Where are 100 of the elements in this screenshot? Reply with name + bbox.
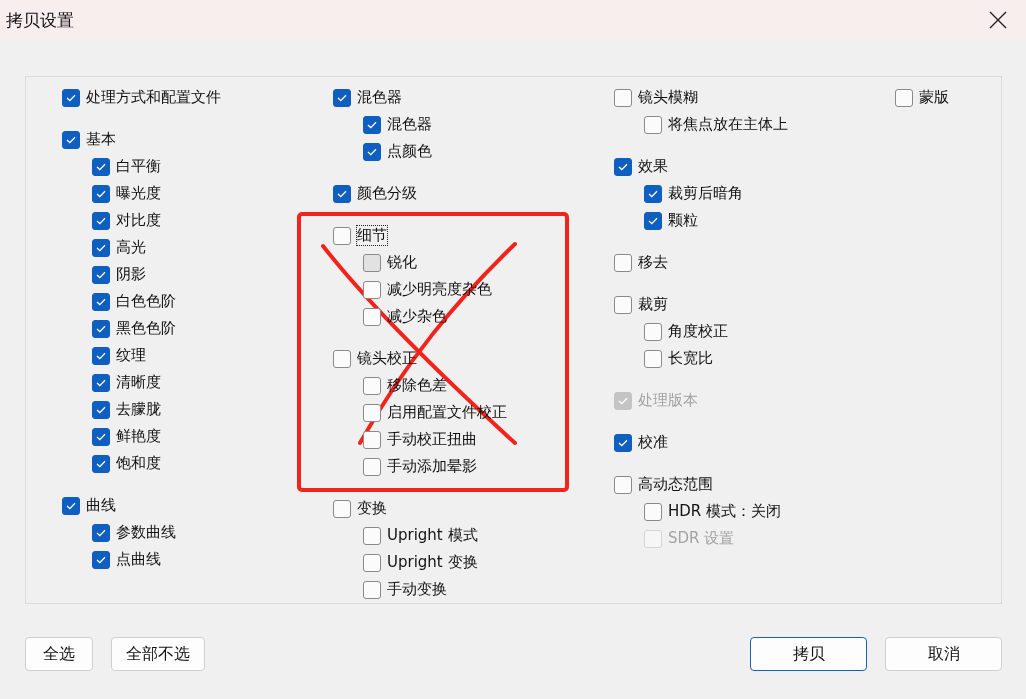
checkbox-label[interactable]: HDR 模式：关闭	[668, 502, 782, 521]
check-icon	[96, 432, 106, 441]
checkbox-label[interactable]: 混色器	[357, 88, 402, 107]
checkbox[interactable]	[363, 457, 381, 476]
checkbox[interactable]	[363, 142, 381, 161]
checkbox-label[interactable]: 蒙版	[919, 88, 949, 107]
checkbox-label[interactable]: 手动校正扭曲	[387, 430, 477, 449]
checkbox-label[interactable]: 清晰度	[116, 373, 161, 392]
cancel-button[interactable]: 取消	[885, 637, 1002, 671]
checkbox-label[interactable]: 变换	[357, 499, 387, 518]
checkbox-label[interactable]: 黑色色阶	[116, 319, 176, 338]
checkbox-label[interactable]: 点颜色	[387, 142, 432, 161]
checkbox[interactable]	[363, 376, 381, 395]
checkbox-label[interactable]: 混色器	[387, 115, 432, 134]
checkbox[interactable]	[92, 292, 110, 311]
checkbox[interactable]	[92, 319, 110, 338]
select-button[interactable]: 全部不选	[111, 637, 205, 671]
checkbox[interactable]	[363, 430, 381, 449]
checkbox-label[interactable]: 纹理	[116, 346, 146, 365]
checkbox-label[interactable]: 镜头模糊	[638, 88, 698, 107]
checkbox-label[interactable]: 阴影	[116, 265, 146, 284]
checkbox[interactable]	[614, 253, 632, 272]
check-icon	[96, 528, 106, 537]
checkbox-label[interactable]: 细节	[357, 226, 387, 245]
checkbox-label[interactable]: 点曲线	[116, 550, 161, 569]
checkbox-label[interactable]: 饱和度	[116, 454, 161, 473]
checkbox-label[interactable]: 鲜艳度	[116, 427, 161, 446]
checkbox[interactable]	[62, 88, 80, 107]
checkbox-label[interactable]: 白平衡	[116, 157, 161, 176]
checkbox[interactable]	[92, 346, 110, 365]
checkbox[interactable]	[333, 349, 351, 368]
checkbox[interactable]	[92, 550, 110, 569]
checkbox-label[interactable]: 角度校正	[668, 322, 728, 341]
checkbox[interactable]	[92, 400, 110, 419]
checkbox[interactable]	[363, 553, 381, 572]
checkbox[interactable]	[333, 88, 351, 107]
checkbox[interactable]	[92, 523, 110, 542]
checkbox-label[interactable]: 高动态范围	[638, 475, 713, 494]
checkbox-label[interactable]: 裁剪	[638, 295, 668, 314]
checkbox[interactable]	[333, 226, 351, 245]
checkbox-label[interactable]: 校准	[638, 433, 668, 452]
checkbox[interactable]	[62, 130, 80, 149]
checkbox-label[interactable]: 处理方式和配置文件	[86, 88, 221, 107]
checkbox[interactable]	[614, 157, 632, 176]
window-title: 拷贝设置	[6, 8, 74, 32]
checkbox[interactable]	[333, 499, 351, 518]
checkbox[interactable]	[333, 184, 351, 203]
checkbox-label[interactable]: 手动变换	[387, 580, 447, 599]
checkbox-label[interactable]: 曲线	[86, 496, 116, 515]
checkbox[interactable]	[644, 184, 662, 203]
checkbox[interactable]	[363, 115, 381, 134]
checkbox-label[interactable]: 曝光度	[116, 184, 161, 203]
checkbox[interactable]	[92, 265, 110, 284]
checkbox-label[interactable]: 效果	[638, 157, 668, 176]
checkbox[interactable]	[644, 211, 662, 230]
checkbox[interactable]	[363, 253, 381, 272]
checkbox[interactable]	[92, 373, 110, 392]
checkbox-label[interactable]: 去朦胧	[116, 400, 161, 419]
select-button[interactable]: 全选	[25, 637, 93, 671]
checkbox[interactable]	[363, 580, 381, 599]
checkbox-label[interactable]: Upright 变换	[387, 553, 478, 572]
checkbox[interactable]	[363, 307, 381, 326]
checkbox[interactable]	[92, 184, 110, 203]
checkbox[interactable]	[92, 157, 110, 176]
checkbox[interactable]	[614, 88, 632, 107]
checkbox-label[interactable]: 裁剪后暗角	[668, 184, 743, 203]
checkbox[interactable]	[614, 295, 632, 314]
checkbox-label[interactable]: 颗粒	[668, 211, 698, 230]
checkbox[interactable]	[92, 238, 110, 257]
checkbox[interactable]	[363, 526, 381, 545]
checkbox-label[interactable]: 白色色阶	[116, 292, 176, 311]
checkbox-label[interactable]: 移去	[638, 253, 668, 272]
checkbox-label[interactable]: 高光	[116, 238, 146, 257]
checkbox-label[interactable]: 将焦点放在主体上	[668, 115, 788, 134]
checkbox-label[interactable]: 对比度	[116, 211, 161, 230]
checkbox[interactable]	[895, 88, 913, 107]
checkbox-label[interactable]: 参数曲线	[116, 523, 176, 542]
checkbox[interactable]	[644, 322, 662, 341]
checkbox[interactable]	[644, 349, 662, 368]
checkbox-label[interactable]: 手动添加晕影	[387, 457, 477, 476]
checkbox-label[interactable]: 基本	[86, 130, 116, 149]
checkbox-label[interactable]: 颜色分级	[357, 184, 417, 203]
check-icon	[367, 120, 377, 129]
checkbox[interactable]	[363, 403, 381, 422]
check-icon	[96, 243, 106, 252]
checkbox[interactable]	[614, 433, 632, 452]
checkbox[interactable]	[92, 211, 110, 230]
checkbox[interactable]	[644, 115, 662, 134]
checkbox-label[interactable]: 减少杂色	[387, 307, 447, 326]
checkbox[interactable]	[92, 454, 110, 473]
checkbox[interactable]	[62, 496, 80, 515]
copy-button[interactable]: 拷贝	[750, 637, 867, 671]
checkbox[interactable]	[614, 475, 632, 494]
checkbox[interactable]	[644, 502, 662, 521]
checkbox-label[interactable]: 长宽比	[668, 349, 713, 368]
checkbox-label[interactable]: 锐化	[387, 253, 417, 272]
checkbox[interactable]	[92, 427, 110, 446]
checkbox-label[interactable]: Upright 模式	[387, 526, 478, 545]
checkbox[interactable]	[363, 280, 381, 299]
check-icon	[337, 189, 347, 198]
